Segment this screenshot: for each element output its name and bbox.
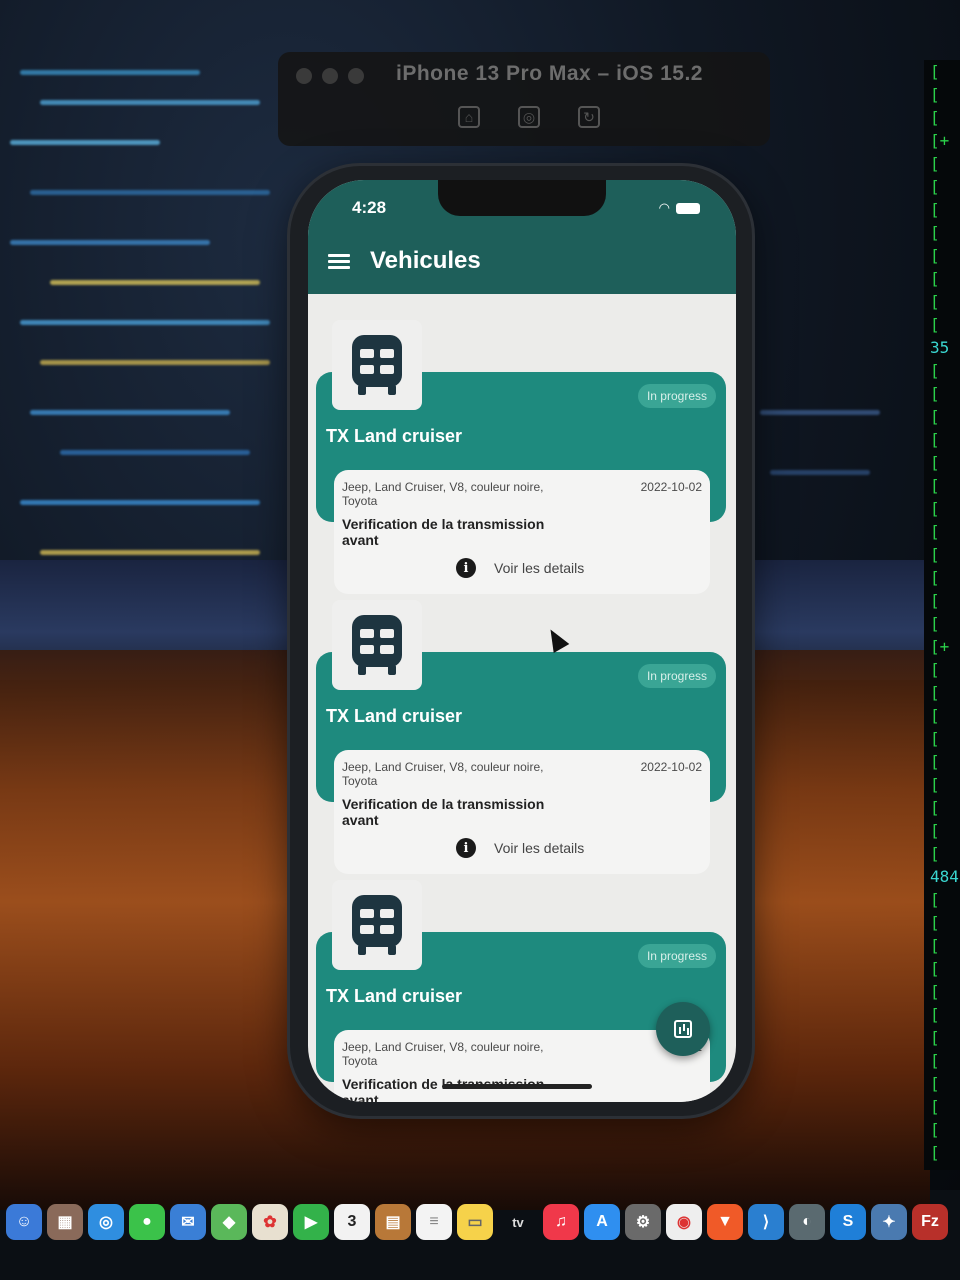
bus-icon — [352, 615, 402, 675]
card-body: Jeep, Land Cruiser, V8, couleur noire, T… — [334, 470, 710, 594]
tableplus-icon[interactable]: ◐ — [789, 1204, 825, 1240]
task-title: Verification de la transmission avant — [342, 516, 545, 548]
calendar-day: 3 — [347, 1213, 357, 1230]
vehicle-description: Jeep, Land Cruiser, V8, couleur noire, T… — [342, 760, 544, 788]
safari-icon[interactable]: ◎ — [88, 1204, 124, 1240]
vehicle-description: Jeep, Land Cruiser, V8, couleur noire, T… — [342, 1040, 544, 1068]
apple-tv-icon[interactable]: tv — [498, 1204, 538, 1240]
simulator-icon[interactable]: ✦ — [871, 1204, 907, 1240]
app-screen: 4:28 ◠ Vehicules In progress TX Land cru… — [308, 180, 736, 1102]
info-icon: i — [456, 838, 476, 858]
reminders-icon[interactable]: ≡ — [416, 1204, 452, 1240]
chrome-icon[interactable]: ◉ — [666, 1204, 702, 1240]
music-icon[interactable]: ♫ — [543, 1204, 579, 1240]
macos-dock: ☺ ▦ ◎ ● ✉ ◆ ✿ ▶ 3 ▤ ≡ ▭ tv ♫ A ⚙ ◉ ▼ ⟩ ◐… — [0, 1196, 960, 1248]
iphone-simulator: 4:28 ◠ Vehicules In progress TX Land cru… — [290, 166, 752, 1116]
task-title: Verification de la transmission avant — [342, 796, 545, 828]
launchpad-icon[interactable]: ▦ — [47, 1204, 83, 1240]
simplenote-icon[interactable]: S — [830, 1204, 866, 1240]
calendar-icon[interactable]: 3 — [334, 1204, 370, 1240]
terminal-column: [[[[+[[[[[[[[ 35 [[[[[[[[[[[[[+[[[[[[[[[… — [924, 60, 960, 1170]
card-date: 2022-10-02 — [640, 480, 702, 494]
home-icon[interactable]: ⌂ — [458, 106, 480, 128]
card-title: TX Land cruiser — [326, 986, 463, 1006]
vehicle-icon-box — [332, 600, 422, 690]
bus-icon — [352, 335, 402, 395]
view-details-label: Voir les details — [494, 560, 585, 576]
filezilla-label: Fz — [921, 1213, 939, 1230]
view-details-label: Voir les details — [494, 840, 585, 856]
vehicle-icon-box — [332, 880, 422, 970]
messages-icon[interactable]: ● — [129, 1204, 165, 1240]
tv-label: tv — [512, 1214, 524, 1230]
system-preferences-icon[interactable]: ⚙ — [625, 1204, 661, 1240]
battery-icon — [676, 202, 700, 214]
report-fab-button[interactable] — [656, 1002, 710, 1056]
info-icon: i — [456, 558, 476, 578]
vehicle-icon-box — [332, 320, 422, 410]
vehicle-card[interactable]: In progress TX Land cruiser Jeep, Land C… — [316, 600, 728, 890]
brave-icon[interactable]: ▼ — [707, 1204, 743, 1240]
wifi-icon: ◠ — [658, 200, 670, 215]
terminal-number: 35 — [930, 338, 950, 357]
terminal-number: 484 — [930, 867, 959, 886]
window-controls — [296, 68, 364, 84]
simulator-title: iPhone 13 Pro Max – iOS 15.2 — [396, 62, 703, 85]
status-time: 4:28 — [352, 198, 387, 217]
contacts-icon[interactable]: ▤ — [375, 1204, 411, 1240]
facetime-icon[interactable]: ▶ — [293, 1204, 329, 1240]
view-details-link[interactable]: i Voir les details — [456, 838, 584, 858]
app-header: 4:28 ◠ Vehicules — [308, 180, 736, 294]
vehicle-card[interactable]: In progress TX Land cruiser Jeep, Land C… — [316, 880, 728, 1102]
minimize-window-button[interactable] — [322, 68, 338, 84]
close-window-button[interactable] — [296, 68, 312, 84]
card-body: Jeep, Land Cruiser, V8, couleur noire, T… — [334, 1030, 710, 1102]
task-title: Verification de la transmission avant — [342, 1076, 544, 1102]
chart-add-icon — [674, 1020, 692, 1038]
vehicle-card[interactable]: In progress TX Land cruiser Jeep, Land C… — [316, 320, 728, 610]
bus-icon — [352, 895, 402, 955]
view-details-link[interactable]: i Voir les details — [456, 558, 584, 578]
card-title: TX Land cruiser — [326, 706, 463, 726]
filezilla-icon[interactable]: Fz — [912, 1204, 948, 1240]
mail-icon[interactable]: ✉ — [170, 1204, 206, 1240]
card-date: 2022-10-02 — [640, 760, 702, 774]
status-icons: ◠ — [659, 200, 700, 216]
maps-icon[interactable]: ◆ — [211, 1204, 247, 1240]
notch — [438, 180, 606, 216]
simulator-toolbar: iPhone 13 Pro Max – iOS 15.2 ⌂ ◎ ↻ — [278, 52, 770, 146]
finder-icon[interactable]: ☺ — [6, 1204, 42, 1240]
status-badge: In progress — [637, 384, 716, 408]
rotate-icon[interactable]: ↻ — [578, 106, 600, 128]
vscode-icon[interactable]: ⟩ — [748, 1204, 784, 1240]
photos-icon[interactable]: ✿ — [252, 1204, 288, 1240]
page-title: Vehicules — [370, 247, 481, 274]
card-title: TX Land cruiser — [326, 426, 463, 446]
home-indicator[interactable] — [442, 1084, 592, 1089]
notes-icon[interactable]: ▭ — [457, 1204, 493, 1240]
vehicle-description: Jeep, Land Cruiser, V8, couleur noire, T… — [342, 480, 544, 508]
hamburger-menu-icon[interactable] — [328, 254, 350, 270]
card-body: Jeep, Land Cruiser, V8, couleur noire, T… — [334, 750, 710, 874]
screenshot-icon[interactable]: ◎ — [518, 106, 540, 128]
status-badge: In progress — [637, 944, 716, 968]
zoom-window-button[interactable] — [348, 68, 364, 84]
status-badge: In progress — [637, 664, 716, 688]
app-store-icon[interactable]: A — [584, 1204, 620, 1240]
